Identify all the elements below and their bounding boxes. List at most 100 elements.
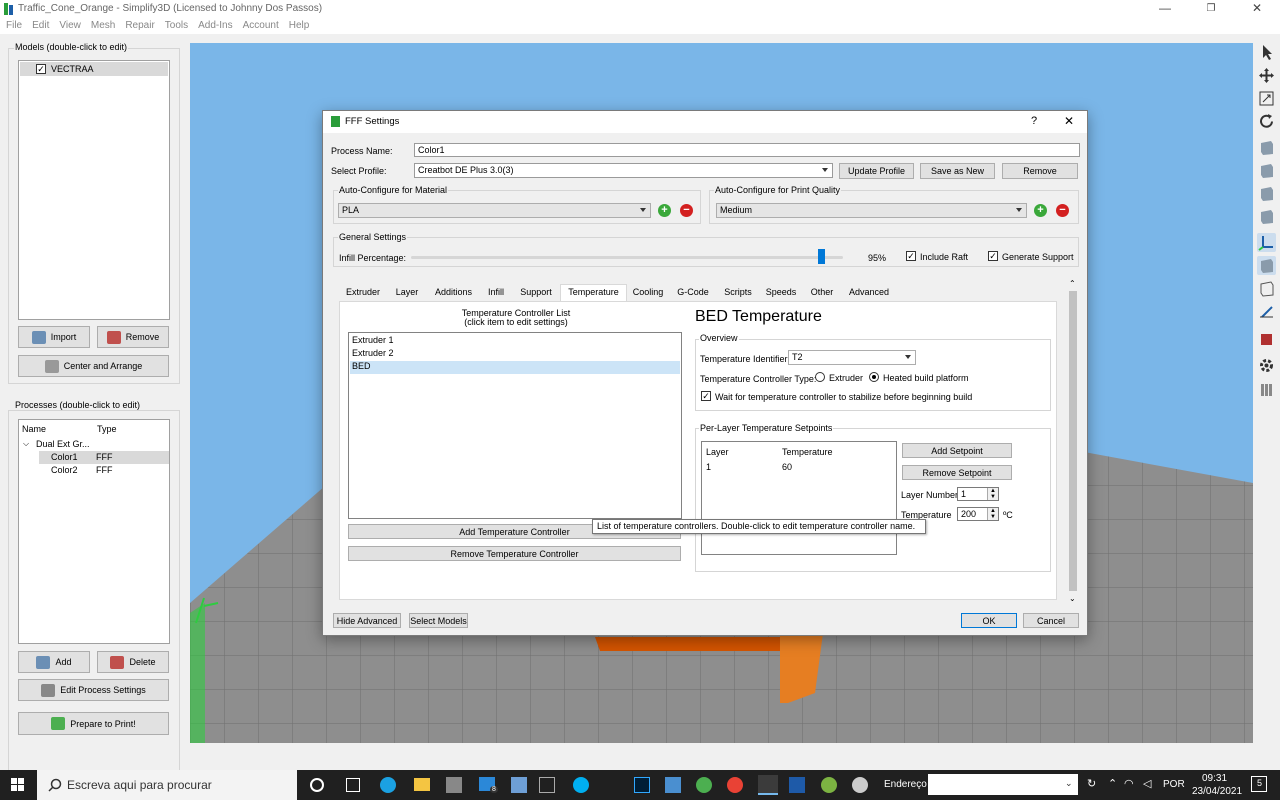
help-button[interactable]: ? [1031, 115, 1037, 127]
task-view-icon[interactable] [346, 778, 360, 792]
scroll-up-icon[interactable]: ⌃ [1069, 279, 1076, 288]
edge-icon[interactable] [380, 777, 396, 793]
wait-stabilize-checkbox[interactable]: ✓ [701, 391, 711, 401]
remove-model-button[interactable]: Remove [97, 326, 169, 348]
temp-identifier-select[interactable]: T2 [788, 350, 916, 365]
taskbar-search-box[interactable]: Escreva aqui para procurar [37, 770, 297, 800]
list-item[interactable]: BED [350, 361, 680, 374]
process-group-name[interactable]: Dual Ext Gr... [36, 439, 90, 449]
settings-scrollbar[interactable]: ⌃ ⌄ [1068, 279, 1078, 609]
app-icon-6[interactable] [821, 777, 837, 793]
tab-extruder[interactable]: Extruder [339, 285, 387, 301]
delete-process-button[interactable]: Delete [97, 651, 169, 673]
models-list[interactable]: ✓ VECTRAA [18, 60, 170, 320]
prepare-to-print-button[interactable]: Prepare to Print! [18, 712, 169, 735]
profile-select[interactable]: Creatbot DE Plus 3.0(3) [414, 163, 833, 178]
file-explorer-icon[interactable] [414, 778, 430, 791]
axes-toggle-icon[interactable] [1257, 233, 1276, 252]
photoshop-icon[interactable] [634, 777, 650, 793]
process-name-input[interactable]: Color1 [414, 143, 1080, 157]
network-icon[interactable]: ◠ [1124, 777, 1134, 790]
list-item[interactable]: Extruder 2 [350, 348, 680, 361]
move-tool-icon[interactable] [1257, 66, 1276, 85]
close-window-button[interactable]: ✕ [1234, 0, 1280, 18]
controller-list[interactable]: Extruder 1 Extruder 2 BED [348, 332, 682, 519]
cancel-button[interactable]: Cancel [1023, 613, 1079, 628]
store-icon[interactable] [446, 777, 462, 793]
scale-tool-icon[interactable] [1257, 89, 1276, 108]
remove-setpoint-button[interactable]: Remove Setpoint [902, 465, 1012, 480]
layer-number-stepper[interactable]: 1 ▲ ▼ [957, 487, 999, 501]
add-process-button[interactable]: Add [18, 651, 90, 673]
hide-advanced-button[interactable]: Hide Advanced [333, 613, 401, 628]
type-extruder-radio[interactable] [815, 372, 825, 382]
simplify3d-taskbar-icon[interactable] [758, 775, 778, 795]
maximize-button[interactable]: ❐ [1188, 0, 1234, 18]
menu-file[interactable]: File [0, 18, 27, 31]
stepper-arrows-icon[interactable]: ▲ ▼ [987, 488, 998, 500]
view-left-icon[interactable] [1257, 184, 1276, 203]
setpoint-temperature-cell[interactable]: 60 [782, 462, 792, 472]
menu-help[interactable]: Help [284, 18, 315, 31]
view-front-icon[interactable] [1257, 138, 1276, 157]
tab-scripts[interactable]: Scripts [717, 285, 759, 301]
select-tool-icon[interactable] [1257, 42, 1276, 61]
tab-additions[interactable]: Additions [427, 285, 480, 301]
wireframe-view-icon[interactable] [1257, 279, 1276, 298]
tab-other[interactable]: Other [803, 285, 841, 301]
chrome-icon[interactable] [727, 777, 743, 793]
rotate-tool-icon[interactable] [1257, 112, 1276, 131]
dialog-close-button[interactable]: ✕ [1064, 114, 1074, 128]
app-icon-2[interactable] [539, 777, 555, 793]
language-indicator[interactable]: POR [1163, 779, 1185, 790]
update-profile-button[interactable]: Update Profile [839, 163, 914, 179]
remove-controller-button[interactable]: Remove Temperature Controller [348, 546, 681, 561]
layers-icon[interactable] [1257, 380, 1276, 399]
table-row[interactable]: Color1 FFF [39, 451, 169, 464]
menu-tools[interactable]: Tools [160, 18, 193, 31]
app-icon-7[interactable] [852, 777, 868, 793]
minimize-button[interactable]: — [1142, 0, 1188, 18]
list-item[interactable]: Extruder 1 [350, 335, 680, 348]
view-back-icon[interactable] [1257, 161, 1276, 180]
add-setpoint-button[interactable]: Add Setpoint [902, 443, 1012, 458]
tab-advanced[interactable]: Advanced [841, 285, 897, 301]
app-icon-4[interactable] [696, 777, 712, 793]
import-button[interactable]: Import [18, 326, 90, 348]
infill-slider-track[interactable] [411, 256, 843, 259]
cross-section-icon[interactable] [1257, 302, 1276, 321]
scrollbar-thumb[interactable] [1069, 291, 1077, 591]
clock-date[interactable]: 23/04/2021 [1192, 786, 1242, 797]
view-right-icon[interactable] [1257, 207, 1276, 226]
tab-speeds[interactable]: Speeds [759, 285, 803, 301]
menu-repair[interactable]: Repair [120, 18, 159, 31]
infill-slider-thumb[interactable] [818, 249, 826, 264]
menu-add-ins[interactable]: Add-Ins [193, 18, 237, 31]
app-icon-1[interactable] [511, 777, 527, 793]
temperature-stepper[interactable]: 200 ▲ ▼ [957, 507, 999, 521]
add-quality-icon[interactable]: + [1034, 204, 1047, 217]
setpoints-table[interactable]: Layer Temperature 1 60 [701, 441, 897, 555]
refresh-icon[interactable]: ↻ [1087, 777, 1096, 790]
app-icon-3[interactable] [665, 777, 681, 793]
cortana-icon[interactable] [310, 778, 324, 792]
address-dropdown-icon[interactable]: ⌄ [1065, 778, 1073, 789]
save-as-new-button[interactable]: Save as New [920, 163, 995, 179]
remove-material-icon[interactable]: − [680, 204, 693, 217]
model-checkbox[interactable]: ✓ [36, 64, 46, 74]
system-tray-expand-icon[interactable]: ⌃ [1108, 777, 1117, 790]
generate-support-checkbox[interactable]: ✓ [988, 251, 998, 261]
menu-mesh[interactable]: Mesh [86, 18, 120, 31]
tab-infill[interactable]: Infill [480, 285, 512, 301]
tab-layer[interactable]: Layer [387, 285, 427, 301]
solid-view-icon[interactable] [1257, 256, 1276, 275]
app-icon-5[interactable] [789, 777, 805, 793]
tab-cooling[interactable]: Cooling [627, 285, 669, 301]
processes-list[interactable]: Name Type ⌵ Dual Ext Gr... Color1 FFF Co… [18, 419, 170, 644]
quality-select[interactable]: Medium [716, 203, 1027, 218]
menu-view[interactable]: View [54, 18, 86, 31]
table-row[interactable]: Color2 FFF [39, 464, 169, 477]
type-heated-bed-radio[interactable] [869, 372, 879, 382]
clock-time[interactable]: 09:31 [1202, 773, 1227, 784]
remove-quality-icon[interactable]: − [1056, 204, 1069, 217]
